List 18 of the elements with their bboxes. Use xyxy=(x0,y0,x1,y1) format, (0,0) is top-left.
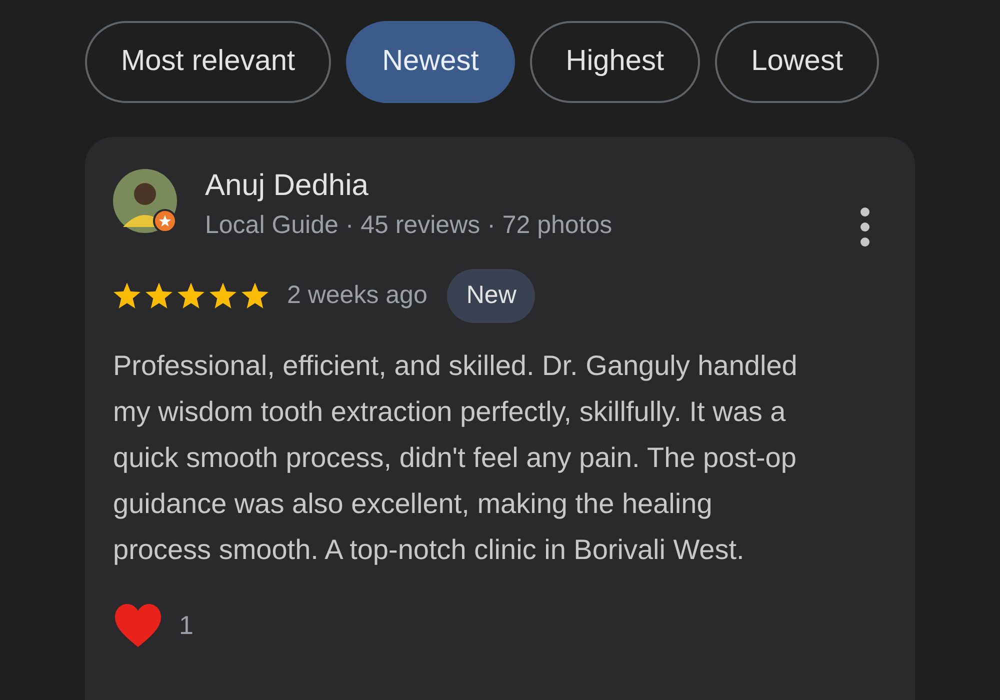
new-badge: New xyxy=(447,269,536,322)
filter-chip[interactable]: Most relevant xyxy=(85,21,332,103)
star-icon xyxy=(113,282,141,310)
reviewer-details: Local Guide · 45 reviews · 72 photos xyxy=(205,210,612,241)
star-icon xyxy=(145,282,173,310)
filter-chip[interactable]: Newest xyxy=(346,21,515,103)
reviewer-name[interactable]: Anuj Dedhia xyxy=(205,167,612,205)
star-icon xyxy=(177,282,205,310)
review-time: 2 weeks ago xyxy=(287,280,428,311)
filter-chip[interactable]: Lowest xyxy=(715,21,879,103)
star-icon xyxy=(209,282,237,310)
reaction-count: 1 xyxy=(179,609,194,642)
filter-chip[interactable]: Highest xyxy=(530,21,700,103)
local-guide-badge-icon xyxy=(153,209,177,233)
more-options-icon[interactable] xyxy=(859,207,871,247)
review-text: Professional, efficient, and skilled. Dr. Ganguly handled my wisdom tooth extraction perfectly, skillfully. It was a quick smooth process, didn't feel any pain. The post-op guidance was also excellent, making the healing process smooth. A top-notch clinic in Borivali West. xyxy=(113,348,798,567)
star-icon xyxy=(241,282,269,310)
heart-icon[interactable] xyxy=(113,602,163,648)
